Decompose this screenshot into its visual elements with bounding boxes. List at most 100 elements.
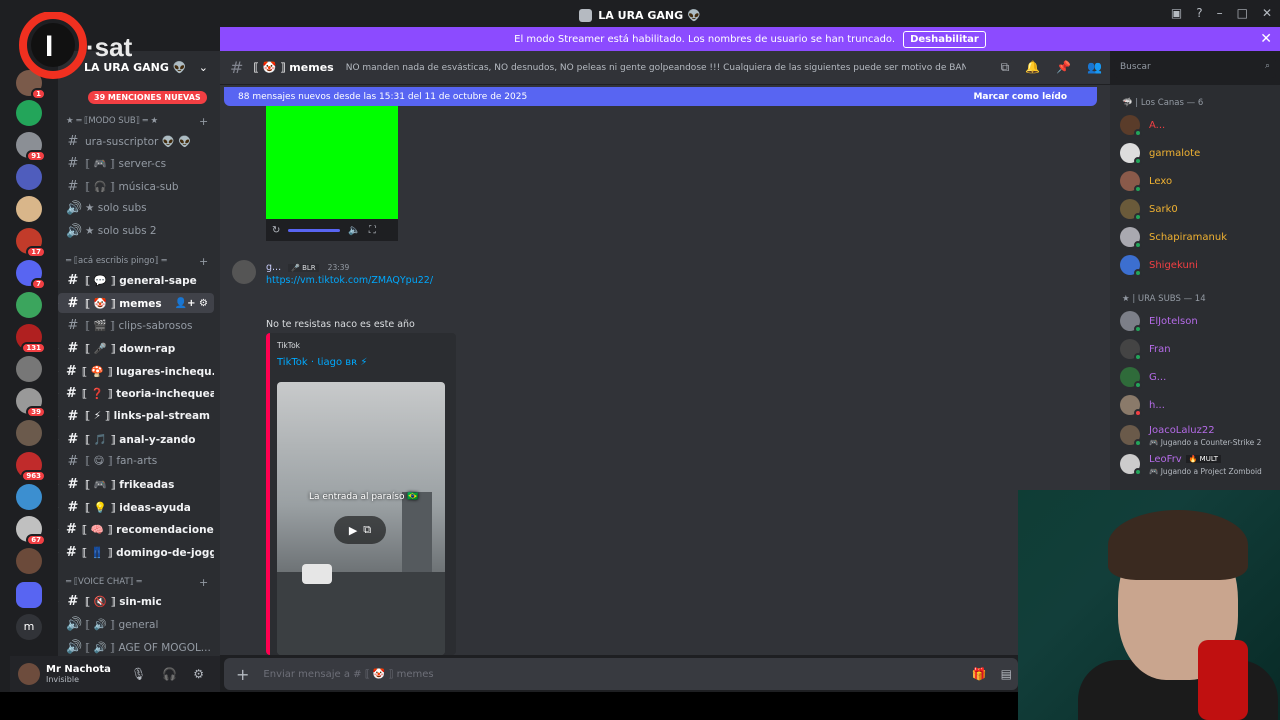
avatar[interactable]	[18, 663, 40, 685]
member-item[interactable]: Sark0	[1120, 196, 1178, 222]
channel-ideas-ayuda[interactable]: ▶#⟦ 💡 ⟧ ideas-ayuda	[58, 497, 214, 517]
disable-streamer-button[interactable]: Deshabilitar	[903, 30, 986, 48]
hash-icon: #	[67, 317, 79, 333]
new-mentions-pill[interactable]: 39 MENCIONES NUEVAS	[88, 91, 207, 104]
inbox-icon[interactable]: ▣	[1171, 6, 1182, 20]
member-category: ★ | URA SUBS — 14	[1122, 294, 1206, 304]
new-messages-bar[interactable]: 88 mensajes nuevos desde las 15:31 del 1…	[224, 87, 1097, 106]
folder-icon[interactable]	[16, 582, 42, 608]
channel-lugares[interactable]: ▶#⟦ 🍄 ⟧ lugares-inchequ...	[58, 361, 214, 381]
channel-memes[interactable]: ▶#⟦ 🤡 ⟧ memes👤+ ⚙	[58, 293, 214, 313]
m-guild-icon[interactable]: m	[16, 614, 42, 640]
member-item[interactable]: garmalote	[1120, 140, 1200, 166]
guild-icon[interactable]: 91	[16, 132, 46, 162]
volume-icon[interactable]: 🔈	[348, 225, 360, 236]
hash-icon: #	[67, 340, 79, 356]
channel-solo-subs[interactable]: 🔊 ★ solo subs	[58, 198, 214, 218]
search-input[interactable]: Buscar ⌕	[1114, 58, 1276, 78]
maximize-icon[interactable]: □	[1237, 6, 1248, 20]
hash-icon: #	[67, 295, 79, 311]
add-attachment-icon[interactable]: +	[236, 665, 249, 684]
add-channel-icon[interactable]: +	[199, 576, 208, 589]
member-item[interactable]: Fran	[1120, 336, 1171, 362]
channel-musica-sub[interactable]: # ⟦ 🎧 ⟧ música-sub	[58, 176, 214, 196]
channel-topic[interactable]: NO manden nada de esvásticas, NO desnudo…	[346, 63, 966, 73]
pin-icon[interactable]: 📌	[1056, 60, 1071, 75]
close-window-icon[interactable]: ✕	[1262, 6, 1272, 20]
video-thumbnail[interactable]: La entrada al paraíso 🇧🇷 ▶ ⧉	[277, 382, 445, 655]
channel-clips-sabrosos[interactable]: # ⟦ 🎬 ⟧ clips-sabrosos	[58, 315, 214, 335]
guild-icon[interactable]	[16, 420, 42, 446]
guild-icon[interactable]: 7	[16, 260, 46, 290]
category-aca[interactable]: ═ ⟦acá escribis pingo⟧ ═ +	[66, 255, 208, 268]
member-item[interactable]: ElJotelson	[1120, 308, 1198, 334]
voice-channel-age-of-mogol[interactable]: 🔊 ⟦ 🔊 ⟧ AGE OF MOGOL...	[58, 637, 214, 656]
member-item[interactable]: h...	[1120, 392, 1165, 418]
fullscreen-icon[interactable]: ⛶	[369, 225, 376, 236]
channel-fan-arts[interactable]: # ⟦ 😋 ⟧ fan-arts	[58, 451, 214, 471]
guild-icon[interactable]	[16, 548, 42, 574]
microphone-icon[interactable]: 🎙	[131, 667, 146, 681]
gif-icon[interactable]: ▤	[1001, 667, 1012, 681]
guild-icon[interactable]	[16, 484, 42, 510]
guild-icon[interactable]: 67	[16, 516, 46, 546]
embed-title[interactable]: TikTok · Ɩiago ʙʀ ⚡	[277, 357, 367, 368]
threads-icon[interactable]: ⧉	[1001, 60, 1010, 75]
play-button[interactable]: ▶ ⧉	[334, 516, 386, 544]
add-channel-icon[interactable]: +	[199, 115, 208, 128]
guild-icon[interactable]	[16, 292, 42, 318]
message-input[interactable]: + Enviar mensaje a # ⟦ 🤡 ⟧ memes 🎁 ▤	[224, 658, 1018, 690]
headphones-icon[interactable]: 🎧	[162, 667, 177, 681]
channel-server-cs[interactable]: # ⟦ 🎮 ⟧ server-cs	[58, 153, 214, 173]
channel-ura-suscriptor[interactable]: # ura-suscriptor 👽 👽	[58, 131, 214, 151]
member-item[interactable]: A...	[1120, 112, 1165, 138]
channel-label: ⟦ 💬 ⟧ general-sape	[85, 274, 197, 287]
close-banner-icon[interactable]: ✕	[1260, 31, 1272, 47]
member-item[interactable]: Shigekuni	[1120, 252, 1198, 278]
guild-icon[interactable]	[16, 100, 42, 126]
help-icon[interactable]: ?	[1196, 6, 1202, 20]
member-item[interactable]: JoacoLaluz22 🎮 Jugando a Counter-Strike 2	[1120, 422, 1261, 448]
channel-domingo-de-joggin[interactable]: ▶#⟦ 👖 ⟧ domingo-de-joggin	[58, 542, 214, 562]
voice-channel-general[interactable]: 🔊 ⟦ 🔊 ⟧ general	[58, 614, 214, 634]
message-author[interactable]: g...	[266, 262, 281, 273]
video-attachment[interactable]	[266, 105, 398, 219]
channel-general-sape[interactable]: ▶#⟦ 💬 ⟧ general-sape	[58, 270, 214, 290]
minimize-icon[interactable]: –	[1217, 6, 1223, 20]
gift-icon[interactable]: 🎁	[972, 667, 987, 681]
avatar	[1120, 339, 1142, 361]
member-item[interactable]: LeoFrv 🔥 MULT 🎮 Jugando a Project Zomboid	[1120, 451, 1262, 477]
guild-icon[interactable]: 963	[16, 452, 46, 482]
guild-icon[interactable]: 39	[16, 388, 46, 418]
guild-icon[interactable]: 17	[16, 228, 46, 258]
channel-solo-subs-2[interactable]: 🔊 ★ solo subs 2	[58, 221, 214, 241]
channel-label: ⟦ 🍄 ⟧ lugares-inchequ...	[81, 365, 214, 378]
channel-teoria[interactable]: ▶#⟦ ❓ ⟧ teoria-inchequea...	[58, 383, 214, 403]
message-link[interactable]: https://vm.tiktok.com/ZMAQYpu22/	[266, 275, 433, 286]
gear-icon[interactable]: ⚙	[193, 667, 204, 681]
bell-icon[interactable]: 🔔	[1025, 60, 1040, 75]
member-item[interactable]: Lexo	[1120, 168, 1172, 194]
add-channel-icon[interactable]: +	[199, 255, 208, 268]
category-modo-sub[interactable]: ★ ═ ⟦MODO SUB⟧ ═ ★ +	[66, 115, 208, 128]
member-item[interactable]: G...	[1120, 364, 1166, 390]
guild-icon[interactable]	[16, 356, 42, 382]
channel-recomendaciones[interactable]: ▶#⟦ 🧠 ⟧ recomendaciones	[58, 519, 214, 539]
category-voice-chat[interactable]: ═ ⟦VOICE CHAT⟧ ═ +	[66, 576, 208, 589]
channel-down-rap[interactable]: ▶#⟦ 🎤 ⟧ down-rap	[58, 338, 214, 358]
members-icon[interactable]: 👥	[1087, 60, 1102, 75]
guild-icon[interactable]	[16, 164, 42, 190]
channel-links-pal-stream[interactable]: ▶#⟦ ⚡ ⟧ links-pal-stream	[58, 406, 214, 426]
channel-anal-y-zando[interactable]: ▶#⟦ 🎵 ⟧ anal-y-zando	[58, 429, 214, 449]
channel-settings-icon[interactable]: 👤+ ⚙	[175, 298, 208, 309]
member-item[interactable]: Schapiramanuk	[1120, 224, 1227, 250]
avatar[interactable]	[232, 260, 256, 284]
volume-slider[interactable]	[288, 228, 341, 232]
guild-icon[interactable]: 131	[16, 324, 46, 354]
chevron-down-icon[interactable]: ⌄	[199, 61, 208, 74]
channel-sin-mic[interactable]: ▶#⟦ 🔇 ⟧ sin-mic	[58, 591, 214, 611]
guild-icon[interactable]	[16, 196, 42, 222]
replay-icon[interactable]: ↻	[272, 225, 280, 236]
mark-as-read-button[interactable]: Marcar como leído	[973, 92, 1067, 102]
channel-frikeadas[interactable]: ▶#⟦ 🎮 ⟧ frikeadas	[58, 474, 214, 494]
